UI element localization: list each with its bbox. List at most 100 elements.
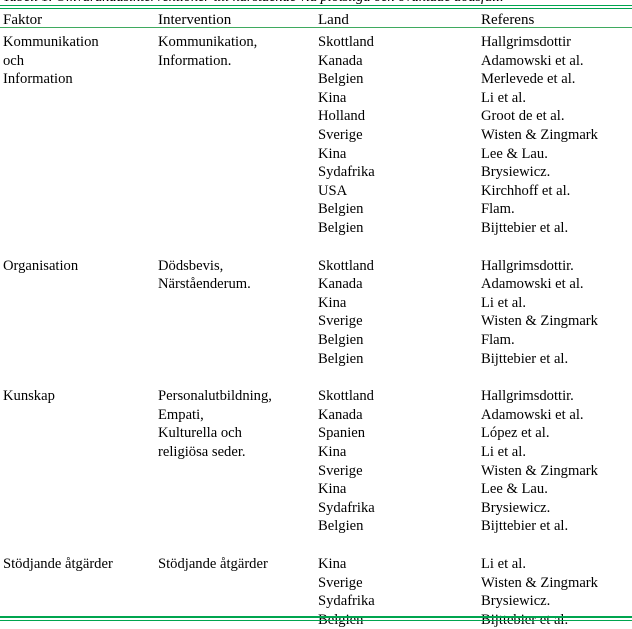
cell-referens: Li et al.: [481, 294, 526, 311]
table-bottom-rule-lower: [0, 620, 632, 621]
cell-land: Holland: [318, 108, 366, 125]
cell-faktor: och: [3, 52, 25, 69]
table-row: Kommunikation Kommunikation, Skottland Hall…: [0, 33, 632, 52]
cell-referens: Wisten & Zingmark: [481, 127, 598, 143]
cell-intervention: Empati,: [158, 406, 204, 423]
cell-referens: Hallgrimsdottir.: [481, 388, 574, 405]
cell-land: Skottland: [318, 34, 374, 50]
table-row: Belgien Bijttebier et al.: [0, 350, 632, 369]
table-row: Empati, Kanada Adamowski et al.: [0, 406, 632, 425]
table-row: Stödjande åtgärder Stödjande åtgärder Kina…: [0, 555, 632, 574]
table-row: Information Belgien Merlevede et al.: [0, 70, 632, 89]
table-row: religiösa seder. Kina Li et al.: [0, 443, 632, 462]
cell-referens: Li et al.: [481, 89, 526, 106]
cell-referens: Hallgrimsdottir.: [481, 257, 574, 274]
cell-land: Kina: [318, 444, 347, 460]
cell-referens: Brysiewicz.: [481, 499, 551, 516]
cell-intervention: religiösa seder.: [158, 444, 246, 460]
cell-referens: Flam.: [481, 201, 515, 218]
table-row: och Information. Kanada Adamowski et al.: [0, 52, 632, 71]
table-bottom-rule-upper: [0, 616, 632, 618]
cell-referens: Wisten & Zingmark: [481, 574, 598, 591]
table-top-rule-upper: [0, 5, 632, 6]
cell-intervention: Kommunikation,: [158, 34, 258, 50]
table-row: Sverige Wisten & Zingmark: [0, 126, 632, 145]
cell-faktor: Organisation: [3, 257, 79, 274]
cell-land: Skottland: [318, 388, 374, 405]
cell-referens: Adamowski et al.: [481, 406, 584, 423]
cell-faktor: Kunskap: [3, 388, 55, 405]
table-row: Kina Li et al.: [0, 294, 632, 313]
cell-referens: Adamowski et al.: [481, 276, 584, 293]
cell-intervention: Dödsbevis,: [158, 257, 224, 274]
cell-intervention: Personalutbildning,: [158, 388, 272, 405]
cell-land: Kina: [318, 294, 347, 311]
cell-faktor: Information: [3, 71, 73, 88]
cell-land: Belgien: [318, 350, 364, 367]
cell-land: Sverige: [318, 127, 363, 143]
cell-land: Sydafrika: [318, 164, 375, 181]
cell-faktor: Stödjande åtgärder: [3, 556, 113, 572]
cell-referens: Hallgrimsdottir: [481, 34, 571, 50]
cell-referens: Lee & Lau.: [481, 145, 548, 162]
table-row: Kina Lee & Lau.: [0, 145, 632, 164]
cell-land: Sverige: [318, 313, 363, 330]
cell-referens: Kirchhoff et al.: [481, 182, 571, 199]
table-row: Belgien Flam.: [0, 200, 632, 219]
table-row: Sydafrika Brysiewicz.: [0, 499, 632, 518]
table-row: Belgien Bijttebier et al.: [0, 219, 632, 238]
cell-referens: Wisten & Zingmark: [481, 313, 598, 330]
cell-referens: López et al.: [481, 425, 550, 442]
cell-referens: Bijttebier et al.: [481, 350, 569, 367]
table-top-rule-lower: [0, 8, 632, 9]
table-row: USA Kirchhoff et al.: [0, 182, 632, 201]
header-separator-rule: [0, 27, 632, 28]
cell-land: Kina: [318, 481, 347, 498]
cell-referens: Brysiewicz.: [481, 593, 551, 610]
cell-land: USA: [318, 182, 348, 199]
cell-land: Belgien: [318, 201, 364, 218]
cell-land: Kanada: [318, 276, 363, 293]
table-row: Sydafrika Brysiewicz.: [0, 163, 632, 182]
cell-land: Skottland: [318, 257, 374, 274]
cell-land: Sverige: [318, 574, 363, 591]
cell-land: Kina: [318, 89, 347, 106]
cell-intervention: Information.: [158, 52, 232, 69]
cell-land: Belgien: [318, 220, 364, 236]
table-row: Sverige Wisten & Zingmark: [0, 312, 632, 331]
table-row: Närståenderum. Kanada Adamowski et al.: [0, 275, 632, 294]
cell-referens: Li et al.: [481, 444, 526, 460]
cell-land: Belgien: [318, 518, 364, 535]
table-row: Kulturella och Spanien López et al.: [0, 424, 632, 443]
cell-referens: Adamowski et al.: [481, 52, 584, 69]
table-row: Organisation Dödsbevis, Skottland Hallgrims…: [0, 257, 632, 276]
table-row: Kina Li et al.: [0, 89, 632, 108]
cell-referens: Li et al.: [481, 556, 526, 572]
cell-land: Kina: [318, 556, 347, 572]
cell-referens: Flam.: [481, 332, 515, 348]
table-row: Sverige Wisten & Zingmark: [0, 574, 632, 593]
cell-referens: Bijttebier et al.: [481, 518, 569, 535]
cell-land: Sverige: [318, 462, 363, 479]
cell-faktor: Kommunikation: [3, 34, 99, 50]
cell-land: Kanada: [318, 52, 363, 69]
cell-intervention: Närståenderum.: [158, 276, 251, 293]
cell-land: Kina: [318, 145, 347, 162]
cell-land: Kanada: [318, 406, 363, 423]
cell-referens: Brysiewicz.: [481, 164, 551, 181]
cell-referens: Lee & Lau.: [481, 481, 548, 498]
table-row: Belgien Flam.: [0, 331, 632, 350]
cell-referens: Groot de et al.: [481, 108, 565, 125]
table-row: Sverige Wisten & Zingmark: [0, 462, 632, 481]
table-row: Holland Groot de et al.: [0, 107, 632, 126]
cell-referens: Wisten & Zingmark: [481, 462, 598, 479]
cell-referens: Merlevede et al.: [481, 71, 576, 88]
cell-land: Belgien: [318, 332, 364, 348]
table-row: Sydafrika Brysiewicz.: [0, 592, 632, 611]
table-row: Belgien Bijttebier et al.: [0, 517, 632, 536]
cell-land: Sydafrika: [318, 593, 375, 610]
cell-referens: Bijttebier et al.: [481, 220, 569, 236]
cell-land: Belgien: [318, 71, 364, 88]
cell-land: Spanien: [318, 425, 366, 442]
table-row: Kunskap Personalutbildning, Skottland Hallg…: [0, 387, 632, 406]
